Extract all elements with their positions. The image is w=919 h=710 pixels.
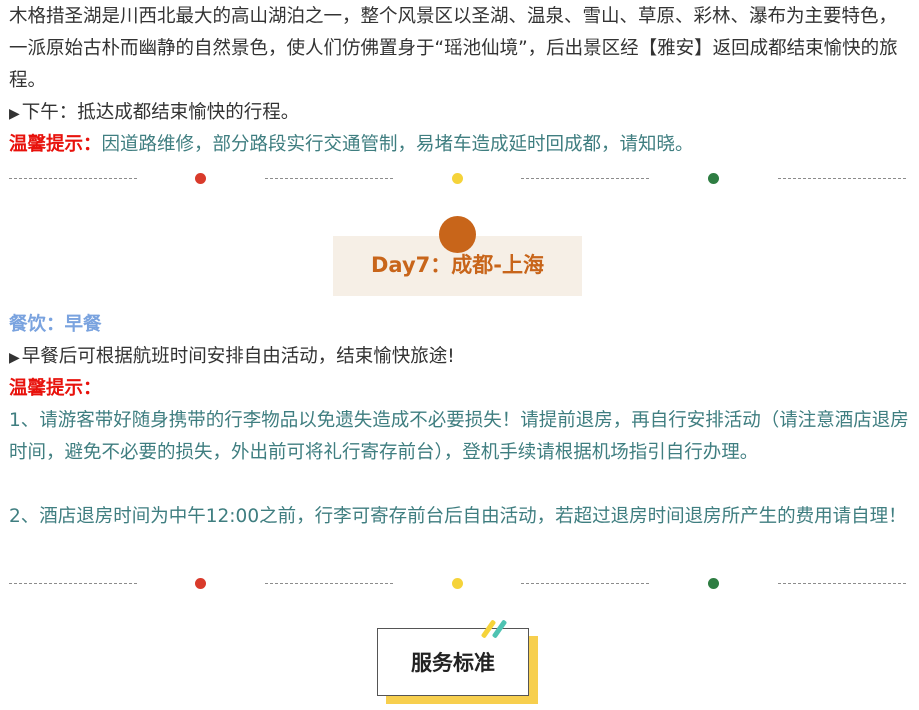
dash-segment <box>778 583 906 584</box>
red-dot <box>195 578 206 589</box>
tip-text: 因道路维修，部分路段实行交通管制，易堵车造成延时回成都，请知晓。 <box>101 134 694 155</box>
day7-tip-label: 温馨提示： <box>9 378 102 399</box>
activity-line: ▶ 早餐后可根据航班时间安排自由活动，结束愉快旅途! <box>9 341 911 374</box>
intro-paragraph: 木格措圣湖是川西北最大的高山湖泊之一，整个风景区以圣湖、温泉、雪山、草原、彩林、… <box>9 6 898 91</box>
dash-segment <box>521 583 649 584</box>
dash-segment <box>9 583 137 584</box>
dash-segment <box>521 178 649 179</box>
dash-segment <box>9 178 137 179</box>
dotted-divider <box>9 578 907 590</box>
tip-label: 温馨提示： <box>9 134 102 155</box>
service-title: 服务标准 <box>411 651 495 675</box>
afternoon-text: 下午：抵达成都结束愉快的行程。 <box>21 102 300 123</box>
dash-segment <box>778 178 906 179</box>
dotted-divider <box>9 173 907 185</box>
day7-tip-1: 1、请游客带好随身携带的行李物品以免遗失造成不必要损失！请提前退房，再自行安排活… <box>9 410 909 463</box>
afternoon-line: ▶ 下午：抵达成都结束愉快的行程。 <box>9 97 911 130</box>
dash-segment <box>265 178 393 179</box>
triangle-right-icon: ▶ <box>9 106 20 122</box>
red-dot <box>195 173 206 184</box>
yellow-dot <box>452 578 463 589</box>
dash-segment <box>265 583 393 584</box>
activity-text: 早餐后可根据航班时间安排自由活动，结束愉快旅途! <box>21 346 455 367</box>
green-dot <box>708 578 719 589</box>
triangle-right-icon: ▶ <box>9 350 20 366</box>
green-dot <box>708 173 719 184</box>
intro-tip: 温馨提示：因道路维修，部分路段实行交通管制，易堵车造成延时回成都，请知晓。 <box>9 129 911 161</box>
circle-icon <box>439 216 476 253</box>
meals-label: 餐饮：早餐 <box>9 314 102 335</box>
day-title: Day7：成都-上海 <box>371 253 544 277</box>
day7-tip-2: 2、酒店退房时间为中午12:00之前，行李可寄存前台后自由活动，若超过退房时间退… <box>9 506 907 527</box>
yellow-dot <box>452 173 463 184</box>
